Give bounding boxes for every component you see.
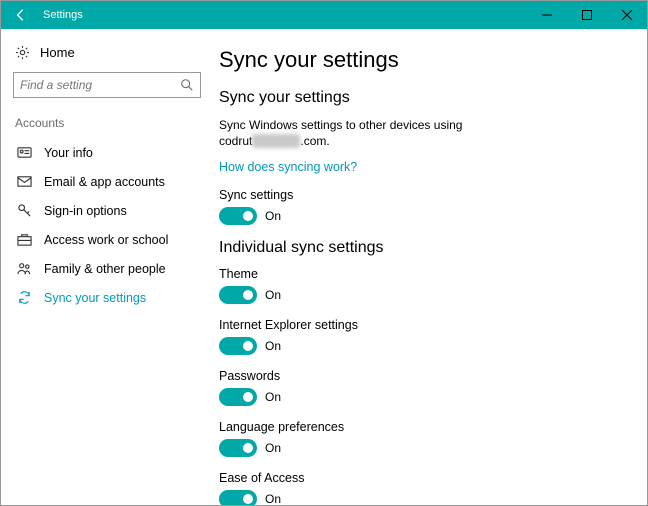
sidebar-item-your-info[interactable]: Your info	[13, 138, 199, 167]
toggle-switch[interactable]	[219, 439, 257, 457]
home-link[interactable]: Home	[13, 41, 199, 70]
nav-label: Sign-in options	[44, 204, 127, 218]
toggle-state: On	[265, 288, 281, 302]
sidebar-item-signin[interactable]: Sign-in options	[13, 196, 199, 225]
toggle-label: Language preferences	[219, 420, 627, 434]
toggle-state: On	[265, 441, 281, 455]
account-line: codrutxxxxxxxx.com.	[219, 134, 627, 148]
main-content: Sync your settings Sync your settings Sy…	[209, 29, 647, 505]
nav-label: Sync your settings	[44, 291, 146, 305]
toggle-block: Ease of Access On	[219, 471, 627, 505]
toggle-switch[interactable]	[219, 286, 257, 304]
toggle-sync-settings: Sync settings On	[219, 188, 627, 225]
toggle-state: On	[265, 339, 281, 353]
toggle-block: Language preferences On	[219, 420, 627, 457]
nav-label: Email & app accounts	[44, 175, 165, 189]
nav-label: Family & other people	[44, 262, 166, 276]
account-redacted: xxxxxxxx	[252, 134, 300, 148]
search-icon	[180, 78, 194, 92]
gear-icon	[15, 45, 30, 60]
toggle-switch[interactable]	[219, 490, 257, 505]
back-button[interactable]	[1, 1, 41, 29]
sidebar-item-email[interactable]: Email & app accounts	[13, 167, 199, 196]
key-icon	[17, 203, 32, 218]
minimize-button[interactable]	[527, 1, 567, 29]
toggle-label: Theme	[219, 267, 627, 281]
toggle-state: On	[265, 492, 281, 505]
search-box[interactable]	[13, 72, 201, 98]
sidebar-group-label: Accounts	[13, 112, 199, 138]
window-controls	[527, 1, 647, 29]
sync-description: Sync Windows settings to other devices u…	[219, 117, 479, 134]
mail-icon	[17, 174, 32, 189]
toggle-switch[interactable]	[219, 207, 257, 225]
home-label: Home	[40, 45, 75, 60]
title-bar: Settings	[1, 1, 647, 29]
page-title: Sync your settings	[219, 47, 627, 73]
section-heading-individual: Individual sync settings	[219, 239, 627, 257]
person-card-icon	[17, 145, 32, 160]
account-prefix: codrut	[219, 134, 252, 148]
sidebar-item-sync[interactable]: Sync your settings	[13, 283, 199, 312]
toggle-block: Passwords On	[219, 369, 627, 406]
sidebar: Home Accounts Your info Email & app acco…	[1, 29, 209, 505]
account-suffix: .com.	[300, 134, 329, 148]
toggle-block: Internet Explorer settings On	[219, 318, 627, 355]
sync-icon	[17, 290, 32, 305]
toggle-state: On	[265, 209, 281, 223]
toggle-switch[interactable]	[219, 388, 257, 406]
people-icon	[17, 261, 32, 276]
sidebar-item-work-school[interactable]: Access work or school	[13, 225, 199, 254]
nav-label: Your info	[44, 146, 93, 160]
close-button[interactable]	[607, 1, 647, 29]
sidebar-item-family[interactable]: Family & other people	[13, 254, 199, 283]
help-link[interactable]: How does syncing work?	[219, 160, 357, 174]
toggle-label: Passwords	[219, 369, 627, 383]
toggle-label: Sync settings	[219, 188, 627, 202]
toggle-label: Ease of Access	[219, 471, 627, 485]
search-input[interactable]	[20, 78, 180, 92]
toggle-switch[interactable]	[219, 337, 257, 355]
toggle-label: Internet Explorer settings	[219, 318, 627, 332]
window-title: Settings	[41, 9, 83, 21]
toggle-block: Theme On	[219, 267, 627, 304]
section-heading-sync: Sync your settings	[219, 89, 627, 107]
briefcase-icon	[17, 232, 32, 247]
nav-label: Access work or school	[44, 233, 168, 247]
maximize-button[interactable]	[567, 1, 607, 29]
toggle-state: On	[265, 390, 281, 404]
